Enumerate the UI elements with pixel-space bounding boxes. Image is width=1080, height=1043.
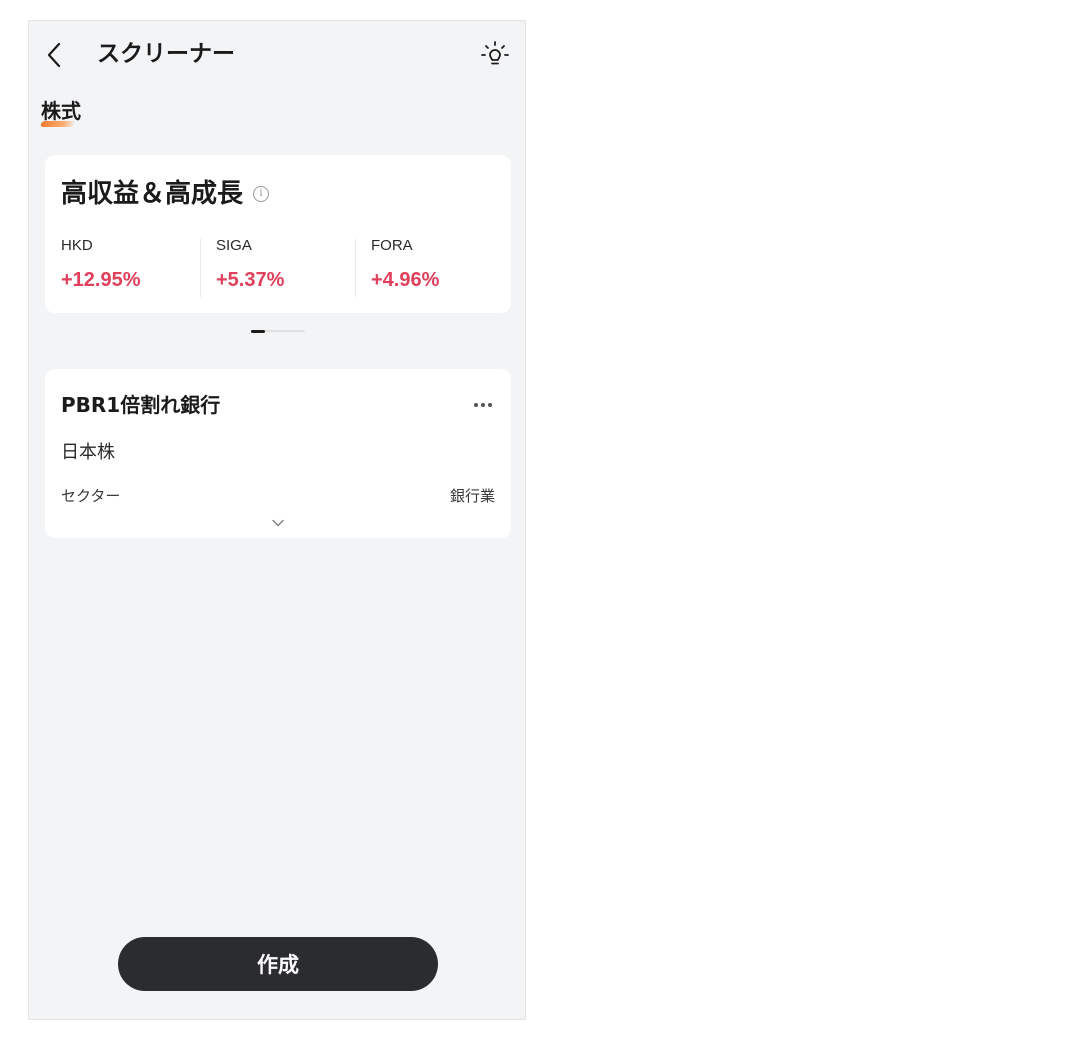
back-button[interactable] — [41, 37, 67, 73]
stock-item[interactable]: SIGA +5.37% — [200, 233, 355, 301]
header: スクリーナー — [29, 21, 525, 89]
tab-stocks[interactable]: 株式 — [39, 97, 81, 127]
chevron-left-icon — [47, 42, 61, 68]
stock-item[interactable]: FORA +4.96% — [355, 233, 510, 301]
criteria-value: 銀行業 — [449, 487, 495, 505]
screen-market: 日本株 — [61, 442, 115, 463]
featured-title-row: 高収益＆高成長 i — [61, 177, 270, 211]
featured-stock-list: HKD +12.95% SIGA +5.37% FORA +4.96% — [45, 233, 511, 301]
criteria-row: セクター 銀行業 — [61, 485, 495, 507]
screen-title: PBR1倍割れ銀行 — [61, 393, 221, 417]
stock-change: +12.95% — [61, 269, 141, 291]
carousel-pager — [251, 329, 305, 333]
create-button[interactable]: 作成 — [118, 937, 438, 991]
tips-button[interactable] — [477, 37, 513, 73]
stock-symbol: SIGA — [216, 237, 252, 254]
page-title: スクリーナー — [97, 41, 235, 67]
criteria-label: セクター — [61, 487, 121, 505]
stock-symbol: HKD — [61, 237, 93, 254]
info-icon[interactable]: i — [253, 186, 270, 202]
tab-label: 株式 — [41, 99, 81, 123]
more-horizontal-icon-dot — [488, 403, 492, 407]
chevron-down-icon — [272, 519, 284, 527]
more-horizontal-icon — [474, 403, 478, 407]
expand-button[interactable] — [266, 515, 290, 531]
more-horizontal-icon-dot — [481, 403, 485, 407]
saved-screen-card[interactable]: PBR1倍割れ銀行 日本株 セクター 銀行業 — [45, 369, 511, 538]
lightbulb-icon — [481, 41, 509, 65]
stock-change: +4.96% — [371, 269, 440, 291]
featured-screen-card[interactable]: 高収益＆高成長 i HKD +12.95% SIGA +5.37% FORA +… — [45, 155, 511, 313]
stock-symbol: FORA — [371, 237, 413, 254]
featured-title: 高収益＆高成長 — [61, 179, 244, 209]
stock-item[interactable]: HKD +12.95% — [45, 233, 200, 301]
stock-change: +5.37% — [216, 269, 285, 291]
app-screen: スクリーナー 株式 高収益＆高成長 i HKD +12.95% SIGA +5.… — [28, 20, 526, 1020]
more-options-button[interactable] — [469, 393, 497, 417]
pager-active-indicator — [251, 329, 265, 333]
